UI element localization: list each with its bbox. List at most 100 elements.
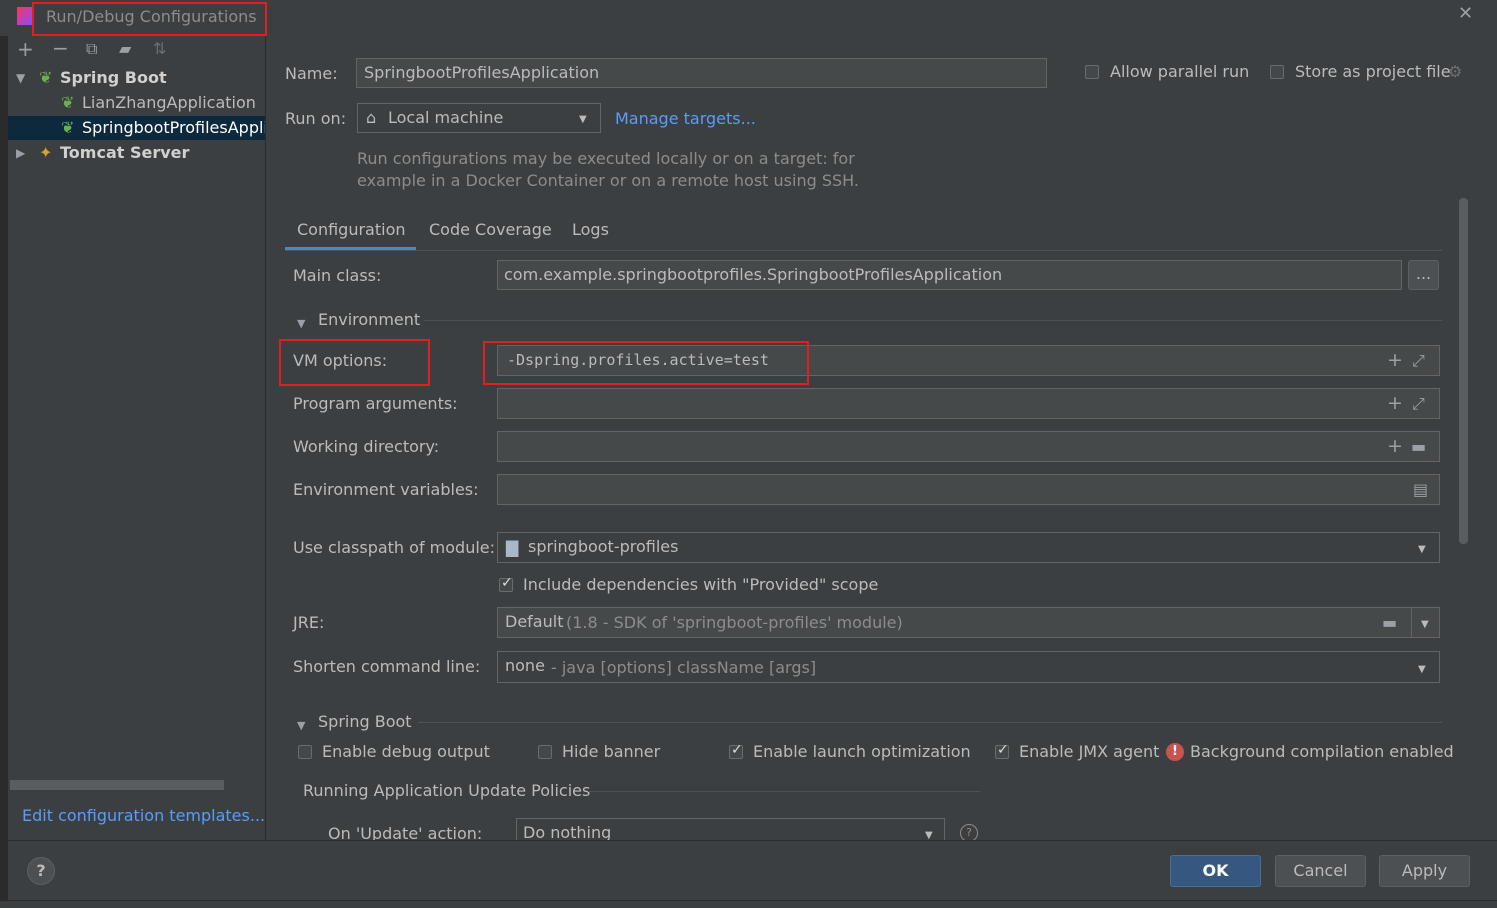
expand-icon[interactable]: ⤢	[1412, 396, 1425, 412]
manage-targets-link[interactable]: Manage targets...	[615, 109, 756, 128]
store-project-label: Store as project file	[1295, 62, 1451, 81]
tree-node-spring-boot[interactable]: ▼ ❦ Spring Boot	[8, 66, 265, 90]
jmx-agent-label: Enable JMX agent	[1019, 742, 1160, 761]
vm-options-label-highlight	[279, 339, 430, 386]
vm-options-value-highlight	[483, 341, 809, 385]
tree-label-lianzhang: LianZhangApplication	[82, 93, 256, 112]
working-dir-label: Working directory:	[293, 437, 440, 456]
home-icon: ⌂	[366, 108, 377, 127]
chevron-down-icon: ▼	[1418, 544, 1426, 555]
expand-icon[interactable]: ⤢	[1412, 353, 1425, 369]
chevron-down-icon[interactable]: ▼	[16, 70, 25, 86]
module-icon: ▇	[506, 538, 519, 557]
scrollbar-thumb[interactable]	[1459, 198, 1468, 544]
program-args-field[interactable]: + ⤢	[497, 388, 1440, 419]
tree-node-tomcat[interactable]: ▶ ✦ Tomcat Server	[8, 141, 265, 165]
sort-icon[interactable]: ⇅	[153, 41, 166, 57]
cancel-button[interactable]: Cancel	[1275, 855, 1366, 887]
main-class-label: Main class:	[293, 266, 382, 285]
app-icon	[17, 7, 33, 25]
launch-optimization-label: Enable launch optimization	[753, 742, 971, 761]
edit-templates-link[interactable]: Edit configuration templates...	[22, 806, 265, 825]
tree-item-lianzhang[interactable]: ❦ LianZhangApplication	[8, 91, 265, 115]
add-icon[interactable]: +	[1387, 351, 1403, 370]
gear-icon[interactable]: ⚙	[1448, 64, 1462, 80]
spring-boot-icon: ❦	[39, 68, 53, 87]
debug-output-checkbox[interactable]	[298, 745, 312, 759]
debug-output-label: Enable debug output	[322, 742, 490, 761]
spring-boot-section-header[interactable]: Spring Boot	[318, 712, 412, 731]
config-tree-panel: + − ⧉ ▰ ⇅ ▼ ❦ Spring Boot ❦ LianZhangApp…	[8, 36, 266, 840]
hide-banner-label: Hide banner	[562, 742, 661, 761]
shorten-label: Shorten command line:	[293, 657, 481, 676]
environment-header[interactable]: Environment	[318, 310, 420, 329]
ok-button[interactable]: OK	[1170, 855, 1261, 887]
chevron-down-icon: ▼	[579, 114, 587, 125]
add-icon[interactable]: +	[1387, 394, 1403, 413]
jre-hint: (1.8 - SDK of 'springboot-profiles' modu…	[566, 613, 903, 632]
spring-app-icon: ❦	[61, 118, 75, 137]
add-icon[interactable]: +	[1387, 437, 1403, 456]
folder-add-icon[interactable]: ▰	[119, 41, 131, 57]
spring-boot-divider	[418, 722, 1442, 723]
shorten-hint: - java [options] className [args]	[551, 658, 817, 677]
remove-icon[interactable]: −	[52, 38, 69, 58]
run-on-select[interactable]: ⌂ Local machine ▼	[357, 103, 601, 133]
shorten-select[interactable]: none - java [options] className [args] ▼	[497, 651, 1440, 683]
hide-banner-checkbox[interactable]	[538, 745, 552, 759]
tree-label-tomcat: Tomcat Server	[60, 143, 190, 162]
env-vars-field[interactable]: ▤	[497, 474, 1440, 505]
config-detail-panel: Name: SpringbootProfilesApplication Allo…	[266, 36, 1497, 848]
spring-app-icon: ❦	[61, 93, 75, 112]
run-on-label: Run on:	[285, 109, 347, 128]
name-field[interactable]: SpringbootProfilesApplication	[356, 58, 1047, 88]
browse-main-class-button[interactable]: ...	[1408, 260, 1439, 290]
add-icon[interactable]: +	[17, 39, 34, 59]
folder-icon[interactable]: ▬	[1411, 439, 1426, 455]
store-project-checkbox[interactable]	[1270, 65, 1284, 79]
run-on-hint-line2: example in a Docker Container or on a re…	[357, 171, 859, 190]
tab-configuration[interactable]: Configuration	[285, 212, 416, 250]
run-on-hint-line1: Run configurations may be executed local…	[357, 149, 855, 168]
name-label: Name:	[285, 64, 338, 83]
collapse-icon[interactable]: ▼	[297, 316, 305, 332]
env-vars-label: Environment variables:	[293, 480, 479, 499]
tab-logs[interactable]: Logs	[560, 212, 620, 250]
tab-code-coverage[interactable]: Code Coverage	[418, 212, 558, 250]
tree-scrollbar[interactable]	[10, 780, 224, 790]
chevron-down-icon: ▼	[1418, 664, 1426, 675]
jre-dropdown-button[interactable]: ▼	[1411, 607, 1440, 638]
folder-icon[interactable]: ▬	[1382, 615, 1397, 631]
jmx-agent-checkbox[interactable]	[995, 742, 1009, 759]
background-compilation-label: Background compilation enabled	[1190, 742, 1454, 761]
include-deps-checkbox[interactable]	[499, 575, 513, 592]
document-icon[interactable]: ▤	[1413, 482, 1428, 498]
include-deps-label: Include dependencies with "Provided" sco…	[523, 575, 879, 594]
classpath-select[interactable]: ▇ springboot-profiles ▼	[497, 532, 1440, 563]
jre-field[interactable]: Default (1.8 - SDK of 'springboot-profil…	[497, 607, 1412, 638]
tree-label-springboot-profiles: SpringbootProfilesApplic	[82, 118, 265, 137]
launch-optimization-checkbox[interactable]	[729, 742, 743, 759]
tree-label-spring-boot: Spring Boot	[60, 68, 167, 87]
working-dir-field[interactable]: + ▬	[497, 431, 1440, 462]
update-policies-divider	[588, 791, 980, 792]
help-button[interactable]: ?	[27, 857, 55, 885]
tree-toolbar: + − ⧉ ▰ ⇅	[8, 36, 265, 64]
chevron-right-icon[interactable]: ▶	[16, 145, 25, 161]
allow-parallel-label: Allow parallel run	[1110, 62, 1250, 81]
collapse-icon[interactable]: ▼	[297, 718, 305, 734]
program-args-label: Program arguments:	[293, 394, 458, 413]
tomcat-icon: ✦	[39, 143, 53, 162]
allow-parallel-checkbox[interactable]	[1085, 65, 1099, 79]
close-icon[interactable]: ✕	[1458, 5, 1473, 23]
tree-item-springboot-profiles[interactable]: ❦ SpringbootProfilesApplic	[8, 116, 265, 140]
main-class-field[interactable]: com.example.springbootprofiles.Springboo…	[497, 260, 1402, 290]
update-policies-header: Running Application Update Policies	[303, 781, 591, 800]
classpath-label: Use classpath of module:	[293, 538, 496, 557]
apply-button[interactable]: Apply	[1379, 855, 1470, 887]
copy-icon[interactable]: ⧉	[86, 41, 97, 57]
chevron-down-icon: ▼	[1421, 619, 1429, 630]
background-ide-edge	[0, 36, 8, 900]
environment-divider	[424, 320, 1442, 321]
error-icon: !	[1166, 743, 1184, 761]
